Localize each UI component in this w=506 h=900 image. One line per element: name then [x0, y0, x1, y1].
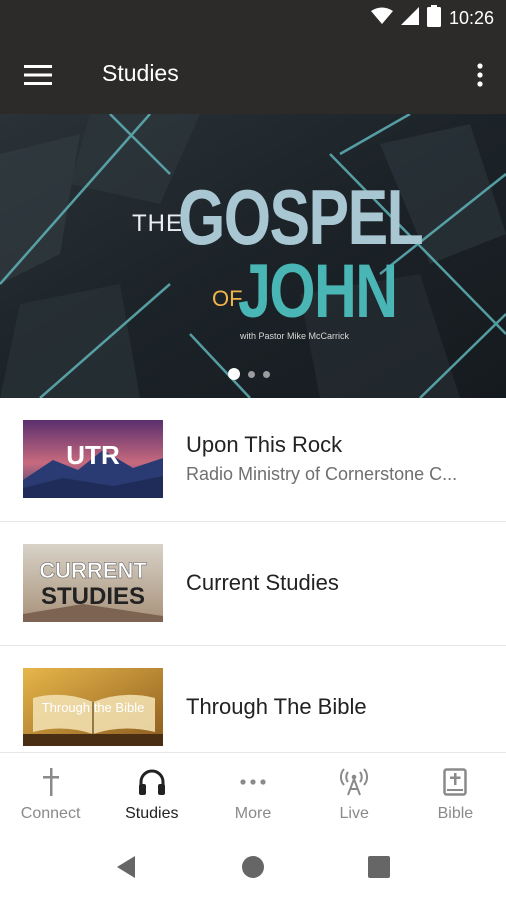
banner-the: THE [132, 210, 183, 237]
status-time: 10:26 [448, 7, 494, 28]
thumb-text-through-the-bible: Through the Bible [42, 700, 145, 715]
study-title: Through The Bible [186, 694, 367, 719]
page-title: Studies [102, 60, 179, 86]
nav-label-bible: Bible [437, 805, 474, 822]
more-horizontal-icon [238, 767, 268, 797]
carousel-indicator [228, 368, 270, 380]
cross-icon [36, 767, 66, 797]
thumb-text-current: CURRENT [39, 558, 147, 583]
study-title: Upon This Rock [186, 432, 343, 457]
banner-john: JOHN [238, 249, 398, 334]
carousel-dot-2[interactable] [248, 370, 255, 378]
studies-list: UTR Upon This Rock Radio Ministry of Cor… [0, 398, 506, 756]
nav-label-more: More [234, 805, 272, 822]
study-thumbnail-current-studies: CURRENT STUDIES [23, 544, 163, 622]
bottom-navigation: Connect Studies More Live Bible [0, 752, 506, 832]
thumb-text-studies: STUDIES [41, 583, 145, 610]
battery-icon [426, 4, 441, 32]
status-bar: 10:26 [0, 0, 506, 36]
app-bar: Studies [0, 36, 506, 114]
study-thumbnail-upon-this-rock: UTR [23, 420, 163, 498]
study-thumbnail-through-the-bible: Through the Bible [23, 668, 163, 746]
carousel-dot-3[interactable] [263, 370, 270, 378]
nav-live[interactable]: Live [304, 753, 405, 832]
status-icons: 10:26 [370, 4, 494, 32]
nav-bible[interactable]: Bible [405, 753, 506, 832]
list-item[interactable]: Through the Bible Through The Bible [0, 646, 506, 756]
broadcast-tower-icon [339, 767, 369, 797]
study-subtitle: Radio Ministry of Cornerstone C... [186, 464, 458, 484]
bible-icon [440, 767, 470, 797]
nav-more[interactable]: More [202, 753, 303, 832]
headphones-icon [137, 767, 167, 797]
thumb-text-utr: UTR [66, 440, 120, 470]
banner-subtitle: with Pastor Mike McCarrick [240, 331, 350, 341]
banner-title-art: THE GOSPEL OF JOHN with Pastor Mike McCa… [0, 114, 506, 398]
nav-connect[interactable]: Connect [0, 753, 101, 832]
nav-label-live: Live [339, 805, 369, 822]
home-icon[interactable] [238, 852, 268, 882]
more-vertical-icon[interactable] [468, 58, 492, 92]
list-item[interactable]: UTR Upon This Rock Radio Ministry of Cor… [0, 398, 506, 522]
nav-label-studies: Studies [125, 805, 179, 822]
back-icon[interactable] [111, 852, 141, 882]
nav-studies[interactable]: Studies [101, 753, 202, 832]
list-item[interactable]: CURRENT STUDIES Current Studies [0, 522, 506, 646]
featured-banner[interactable]: THE GOSPEL OF JOHN with Pastor Mike McCa… [0, 114, 506, 398]
banner-gospel: GOSPEL [178, 173, 424, 261]
nav-label-connect: Connect [20, 805, 81, 822]
study-title: Current Studies [186, 570, 339, 595]
system-navigation-bar [0, 832, 506, 900]
hamburger-menu-icon[interactable] [18, 58, 58, 92]
wifi-icon [370, 7, 393, 30]
carousel-dot-1[interactable] [228, 368, 240, 380]
cell-signal-icon [400, 6, 419, 30]
recents-icon[interactable] [364, 852, 394, 882]
